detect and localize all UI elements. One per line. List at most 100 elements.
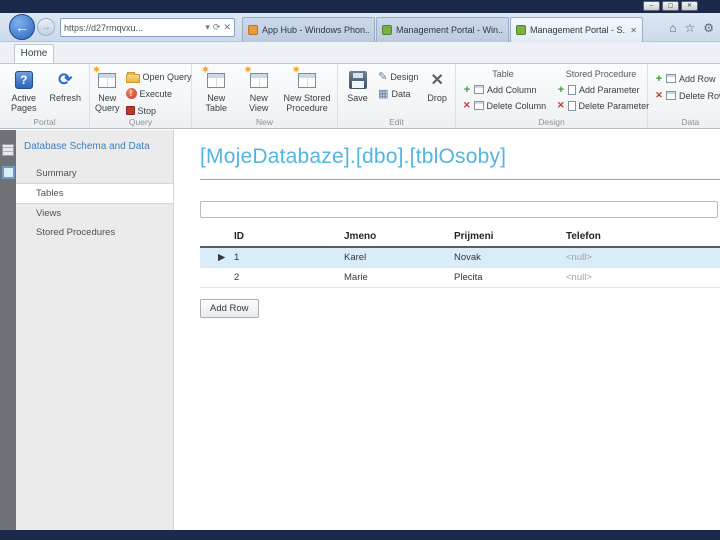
column-header-telefon[interactable]: Telefon (548, 227, 720, 246)
cell-id[interactable]: 2 (216, 268, 326, 287)
new-view-button[interactable]: ✶ New View (239, 65, 277, 114)
group-label-design: Design (538, 117, 565, 127)
active-pages-button[interactable]: ? Active Pages (5, 67, 43, 114)
stop-icon[interactable]: ✕ (223, 22, 231, 33)
ribbon-tab-home[interactable]: Home (14, 44, 54, 63)
new-table-button[interactable]: ✶ New Table (197, 65, 235, 114)
parameter-icon (568, 84, 576, 95)
cell-jmeno[interactable]: Karel (326, 248, 436, 267)
add-column-button[interactable]: + Add Column (461, 82, 545, 97)
management-portal-favicon (516, 25, 526, 35)
window-controls: – ▢ ✕ (643, 1, 698, 11)
new-table-icon: ✶ (201, 65, 228, 91)
sidebar-item-stored-procedures[interactable]: Stored Procedures (16, 223, 173, 242)
minimize-button[interactable]: – (643, 1, 660, 11)
management-portal-favicon (382, 25, 392, 35)
delete-column-button[interactable]: ✕ Delete Column (461, 98, 546, 113)
maximize-icon: ▢ (667, 3, 674, 9)
execute-button[interactable]: ! Execute (124, 86, 194, 101)
ribbon-tab-row: Home (0, 42, 720, 63)
browser-command-icons: ⌂ ☆ ⚙ (669, 21, 714, 35)
cell-jmeno[interactable]: Marie (326, 268, 436, 287)
refresh-icon: ⟳ (58, 70, 73, 89)
close-button[interactable]: ✕ (681, 1, 698, 11)
window-titlebar: – ▢ ✕ (0, 0, 720, 13)
designer-panel-icon[interactable] (1, 166, 15, 179)
tab-label: Management Portal - S... (530, 25, 627, 35)
back-button[interactable]: ← (9, 14, 35, 40)
save-button[interactable]: Save (343, 67, 372, 103)
ribbon-group-query: ✶ New Query Open Query ! Execute Stop Qu… (90, 64, 192, 128)
refresh-icon[interactable]: ⟳ (213, 22, 221, 33)
drop-button[interactable]: ✕ Drop (424, 67, 450, 103)
delete-icon: ✕ (655, 90, 663, 100)
design-sp-header: Stored Procedure (565, 69, 637, 79)
tab-management-portal-2[interactable]: Management Portal - S... ✕ (510, 17, 643, 42)
cell-prijmeni[interactable]: Novak (436, 248, 548, 267)
ribbon: ? Active Pages ⟳ Refresh Portal ✶ New Qu… (0, 63, 720, 129)
folder-icon (125, 71, 140, 83)
column-icon (474, 85, 484, 94)
window-bottom-border (0, 530, 720, 540)
column-header-prijmeni[interactable]: Prijmeni (436, 227, 548, 246)
tab-management-portal-1[interactable]: Management Portal - Win.. (376, 17, 509, 42)
add-row-button[interactable]: Add Row (200, 299, 259, 318)
filter-input[interactable] (200, 201, 718, 218)
back-icon: ← (15, 19, 29, 35)
cell-telefon[interactable]: <null> (548, 248, 720, 267)
browser-chrome: ← → https://d27rmqvxu... ▾ ⟳ ✕ App Hub -… (0, 13, 720, 42)
sidebar-item-summary[interactable]: Summary (16, 164, 173, 183)
stop-button[interactable]: Stop (124, 103, 194, 118)
save-icon (346, 69, 370, 91)
tab-close-icon[interactable]: ✕ (630, 26, 637, 35)
group-label-new: New (255, 117, 273, 127)
new-stored-procedure-button[interactable]: ✶ New Stored Procedure (282, 65, 332, 114)
data-table: ID Jmeno Prijmeni Telefon ▶ 1 Karel Nova… (200, 227, 720, 288)
table-row[interactable]: 2 Marie Plecita <null> (200, 268, 720, 288)
design-button[interactable]: ✎ Design (376, 69, 420, 84)
delete-parameter-button[interactable]: ✕ Delete Parameter (555, 98, 649, 113)
url-text[interactable]: https://d27rmqvxu... (64, 23, 202, 33)
column-header-id[interactable]: ID (216, 227, 326, 246)
column-header-jmeno[interactable]: Jmeno (326, 227, 436, 246)
table-row[interactable]: ▶ 1 Karel Novak <null> (200, 248, 720, 268)
address-bar[interactable]: https://d27rmqvxu... ▾ ⟳ ✕ (60, 18, 235, 37)
title-divider (200, 179, 720, 180)
add-icon: + (463, 83, 471, 96)
design-table-header: Table (492, 69, 514, 79)
favorites-star-icon[interactable]: ☆ (684, 21, 695, 35)
summary-panel-icon[interactable] (2, 144, 14, 156)
content-region: Database Schema and Data Summary Tables … (0, 130, 720, 530)
ribbon-group-portal: ? Active Pages ⟳ Refresh Portal (0, 64, 90, 128)
refresh-button[interactable]: ⟳ Refresh (47, 67, 85, 103)
tab-label: Management Portal - Win.. (396, 25, 503, 35)
design-pencil-icon: ✎ (378, 71, 388, 83)
row-icon (666, 91, 676, 100)
delete-icon: ✕ (557, 100, 565, 110)
sidebar-item-views[interactable]: Views (16, 204, 173, 223)
cell-id[interactable]: 1 (216, 248, 326, 267)
home-icon[interactable]: ⌂ (669, 21, 676, 35)
left-icon-strip (0, 130, 16, 530)
maximize-button[interactable]: ▢ (662, 1, 679, 11)
cell-telefon[interactable]: <null> (548, 268, 720, 287)
settings-gear-icon[interactable]: ⚙ (703, 21, 714, 35)
minimize-icon: – (649, 3, 654, 9)
delete-row-ribbon-button[interactable]: ✕ Delete Row (653, 88, 720, 103)
add-row-ribbon-button[interactable]: + Add Row (653, 71, 720, 86)
forward-button[interactable]: → (37, 18, 55, 36)
row-icon (666, 74, 676, 83)
table-header-row: ID Jmeno Prijmeni Telefon (200, 227, 720, 248)
address-dropdown-icon[interactable]: ▾ (205, 22, 210, 33)
add-parameter-button[interactable]: + Add Parameter (555, 82, 647, 97)
cell-prijmeni[interactable]: Plecita (436, 268, 548, 287)
data-button[interactable]: ▦ Data (376, 86, 420, 101)
ribbon-group-data: + Add Row ✕ Delete Row Data (648, 64, 720, 128)
open-query-button[interactable]: Open Query (124, 69, 194, 84)
new-query-button[interactable]: ✶ New Query (92, 65, 119, 114)
sidebar-item-tables[interactable]: Tables (16, 183, 173, 204)
delete-icon: ✕ (463, 100, 471, 110)
tab-app-hub[interactable]: App Hub - Windows Phon.. (242, 17, 375, 42)
add-icon: + (655, 72, 663, 85)
forward-icon: → (41, 21, 51, 33)
